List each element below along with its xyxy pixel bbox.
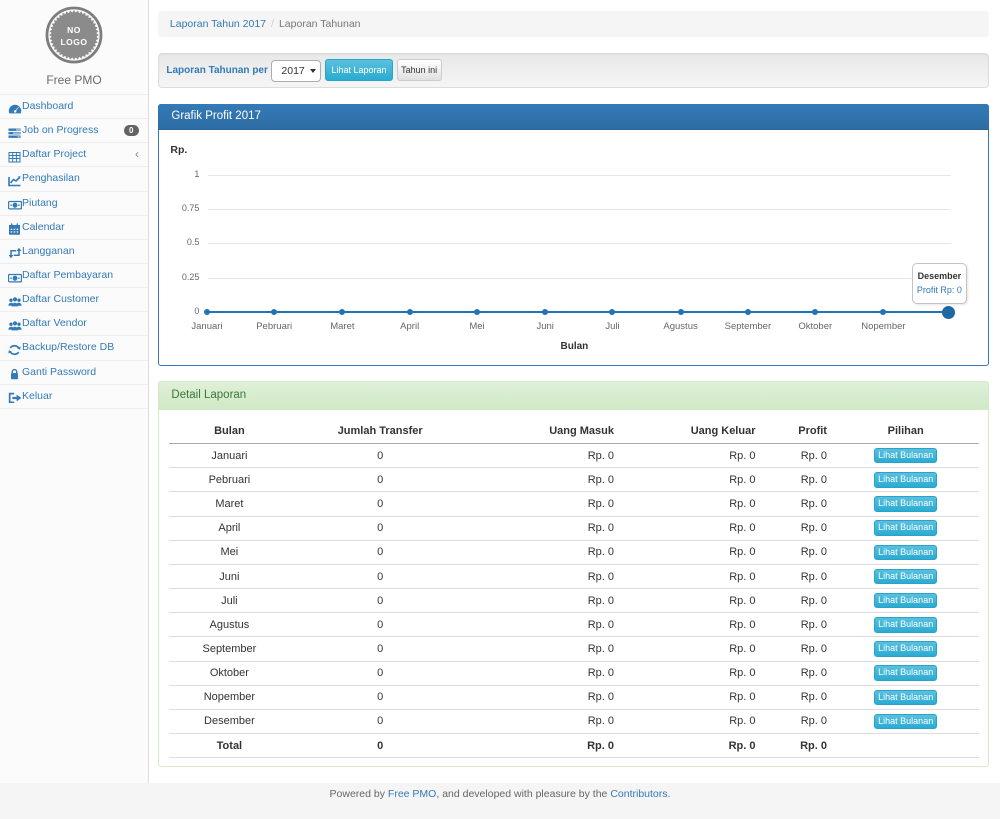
svg-text:LOGO: LOGO — [60, 37, 87, 47]
svg-text:NO: NO — [67, 25, 81, 35]
